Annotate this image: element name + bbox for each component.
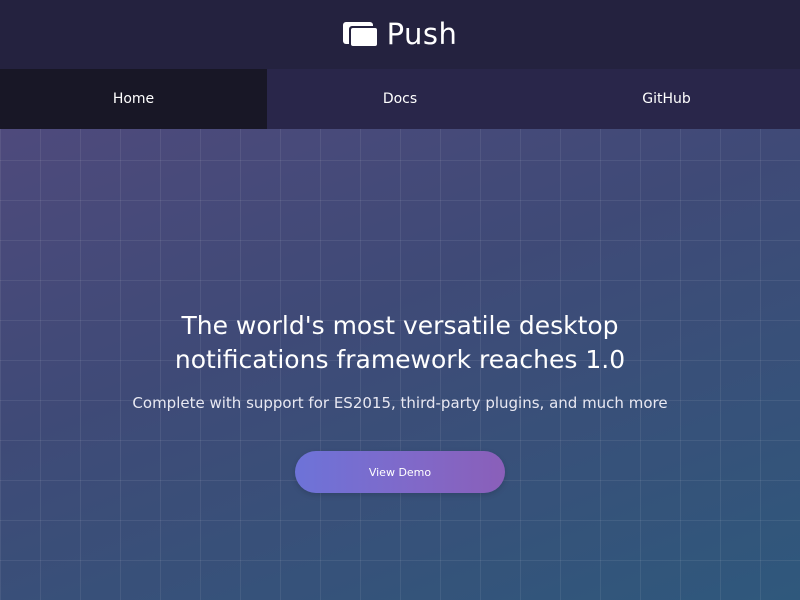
hero-title-line-1: The world's most versatile desktop	[181, 311, 619, 340]
hero-subtitle: Complete with support for ES2015, third-…	[132, 394, 668, 412]
brand-name: Push	[386, 17, 458, 51]
brand[interactable]: Push	[0, 14, 800, 54]
hero-title: The world's most versatile desktop notif…	[100, 309, 700, 377]
nav-item-label: Docs	[382, 91, 418, 107]
stacked-windows-icon	[342, 22, 379, 48]
nav-item-home[interactable]: Home	[0, 69, 267, 129]
main-nav: Home Docs GitHub	[0, 69, 800, 129]
nav-item-docs[interactable]: Docs	[267, 69, 533, 129]
page: Push Home Docs GitHub The world's most v…	[0, 0, 800, 600]
nav-item-github[interactable]: GitHub	[533, 69, 800, 129]
nav-item-label: Home	[112, 91, 155, 107]
nav-item-label: GitHub	[642, 91, 691, 107]
view-demo-button[interactable]: View Demo	[295, 451, 505, 493]
hero-section: The world's most versatile desktop notif…	[0, 129, 800, 600]
hero-title-line-2: notifications framework reaches 1.0	[174, 345, 626, 374]
site-header: Push	[0, 0, 800, 69]
